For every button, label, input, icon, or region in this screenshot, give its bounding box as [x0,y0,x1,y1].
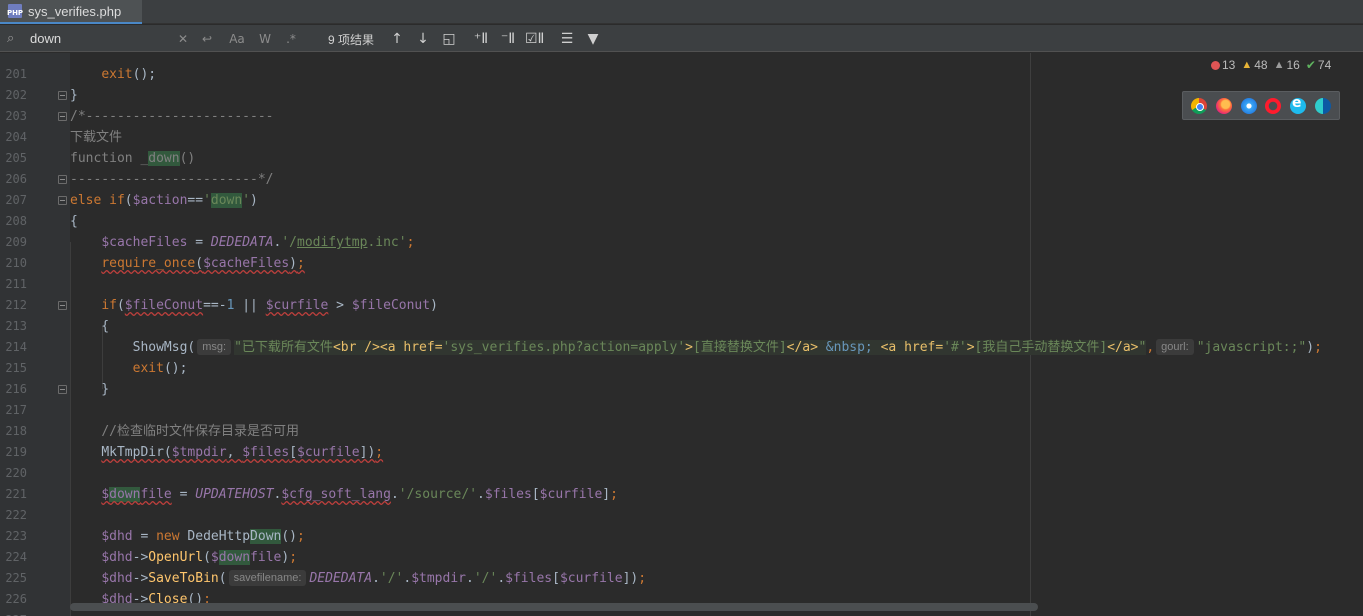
code-text: $dhd->OpenUrl($downfile); [101,550,298,565]
parameter-hint: msg: [197,339,232,355]
code-text: { [70,214,78,229]
editor-tab-bar: PHP sys_verifies.php [0,0,1363,24]
fold-icon[interactable] [58,91,67,100]
fold-icon[interactable] [58,385,67,394]
code-text: else if($action=='down') [70,193,258,208]
code-text: $dhd = new DedeHttpDown(); [101,529,305,544]
inspection-widget[interactable]: 13 ▲ 48 ▲ 16 ✔ 74 [1203,54,1360,76]
code-line-203: 203 } [0,85,1363,123]
vertical-scrollbar[interactable] [1349,53,1363,603]
fold-icon[interactable] [58,175,67,184]
code-line-216: 216 exit(); [0,358,1363,396]
weak-warning-icon: ▲ [1273,59,1285,71]
code-line-214: 214 { [0,316,1363,354]
fold-icon[interactable] [58,196,67,205]
code-text: require_once($cacheFiles); [101,256,305,271]
code-line-215: 215 ShowMsg(msg: "已下载所有文件<br /><a href='s… [0,337,1363,375]
error-icon [1211,60,1220,70]
code-line-201: 201 [0,43,1363,81]
code-text: } [70,88,78,103]
edge-icon[interactable] [1314,97,1331,114]
code-line-212: 212 [0,274,1363,312]
browser-popup [1182,91,1340,120]
php-file-icon: PHP [7,4,23,18]
search-match: down [148,151,180,166]
tab-label: sys_verifies.php [28,3,122,19]
firefox-icon[interactable] [1215,97,1232,114]
code-line-217: 217 } [0,379,1363,417]
tab-sys-verifies[interactable]: PHP sys_verifies.php [0,0,142,24]
keyword: exit [101,67,133,82]
code-line-207: 207 ------------------------*/ [0,169,1363,207]
typo-count[interactable]: ✔ 74 [1306,58,1331,72]
error-count[interactable]: 13 [1211,58,1235,72]
code-line-225: 225 $dhd->OpenUrl($downfile); [0,547,1363,585]
fold-icon[interactable] [58,112,67,121]
code-line-205: 205 下载文件 [0,127,1363,165]
comment: ------------------------*/ [70,172,274,187]
code-text: { [70,319,110,334]
fold-icon[interactable] [58,301,67,310]
weak-warning-count[interactable]: ▲ 16 [1274,58,1300,72]
code-line-218: 218 [0,400,1363,438]
parameter-hint: gourl: [1156,339,1194,355]
code-line-202: 202 exit(); [0,64,1363,102]
internet-explorer-icon[interactable] [1289,95,1306,114]
code-line-223: 223 [0,505,1363,543]
comment: /*------------------------ [70,109,274,124]
code-text: $dhd->SaveToBin(savefilename: DEDEDATA.'/… [101,570,647,586]
code-text: } [70,382,110,397]
warning-icon: ▲ [1241,59,1253,71]
comment: function _down() [70,151,196,166]
safari-icon[interactable] [1240,97,1257,114]
code-line-209: 209 { [0,211,1363,249]
code-text: ShowMsg(msg: "已下载所有文件<br /><a href='sys_v… [132,339,1322,355]
code-text: $downfile = UPDATEHOST.$cfg_soft_lang.'/… [101,487,618,502]
parameter-hint: savefilename: [228,570,307,586]
warning-count[interactable]: ▲ 48 [1241,58,1267,72]
code-text: $cacheFiles = DEDEDATA.'/modifytmp.inc'; [101,235,415,250]
code-line-211: 211 require_once($cacheFiles); [0,253,1363,291]
code-line-213: 213 if($fileConut==-1 || $curfile > $fil… [0,295,1363,333]
code-text: if($fileConut==-1 || $curfile > $fileCon… [101,298,438,313]
comment: //检查临时文件保存目录是否可用 [101,424,299,439]
code-text: MkTmpDir($tmpdir, $files[$curfile]); [101,445,384,460]
code-line-226: 226 $dhd->SaveToBin(savefilename: DEDEDAT… [0,568,1363,606]
code-line-222: 222 $downfile = UPDATEHOST.$cfg_soft_lan… [0,484,1363,522]
code-line-210: 210 $cacheFiles = DEDEDATA.'/modifytmp.i… [0,232,1363,270]
line-number: 227 [0,610,27,616]
code-line-221: 221 [0,463,1363,501]
code-text: exit(); [132,361,188,376]
code-text: exit(); [101,67,157,82]
comment: 下载文件 [70,130,123,145]
code-line-204: 204 /*------------------------ [0,106,1363,144]
code-line-220: 220 MkTmpDir($tmpdir, $files[$curfile]); [0,442,1363,480]
code-line-224: 224 $dhd = new DedeHttpDown(); [0,526,1363,564]
code-line-208: 208 else if($action=='down') [0,190,1363,228]
code-line-219: 219 //检查临时文件保存目录是否可用 [0,421,1363,459]
horizontal-scrollbar[interactable] [70,603,1038,611]
chrome-icon[interactable] [1191,97,1208,114]
opera-icon[interactable] [1265,97,1282,114]
code-line-206: 206 function _down() [0,148,1363,186]
check-icon: ✔ [1305,58,1316,72]
